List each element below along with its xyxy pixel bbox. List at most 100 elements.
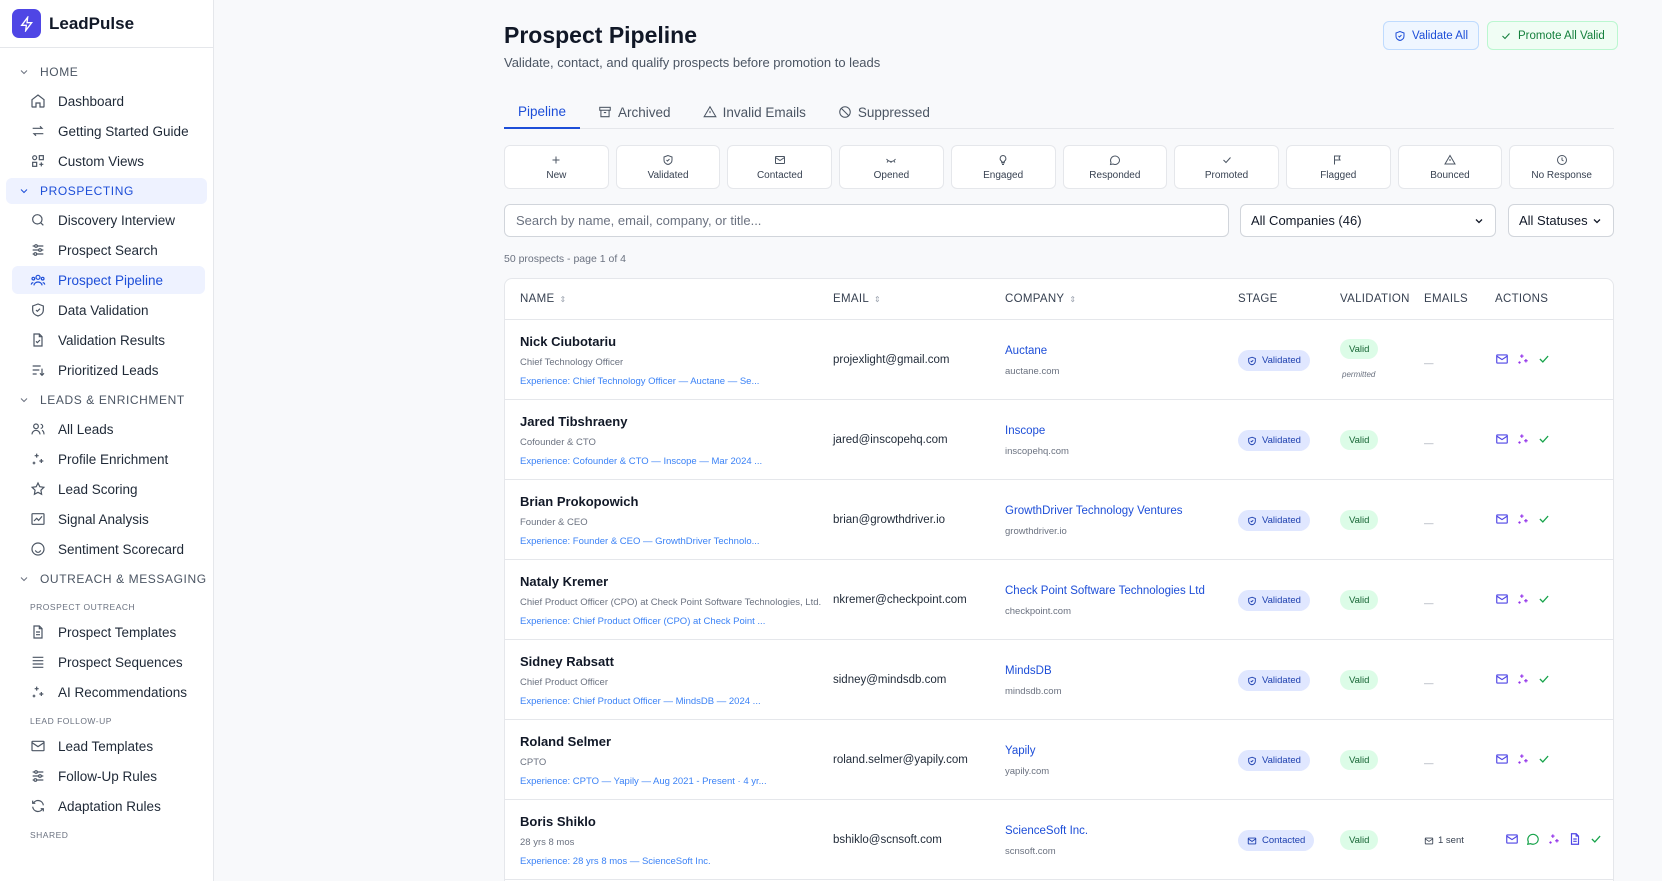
stage-engaged[interactable]: Engaged: [950, 145, 1056, 189]
table-row[interactable]: Boris Shiklo 28 yrs 8 mos Experience: 28…: [505, 800, 1613, 880]
company-link[interactable]: Auctane: [1005, 345, 1047, 357]
sparkles-icon[interactable]: [1516, 592, 1530, 606]
table-row[interactable]: Sidney Rabsatt Chief Product Officer Exp…: [505, 640, 1613, 720]
promote-all-valid-button[interactable]: Promote All Valid: [1487, 21, 1618, 50]
sidebar-item-prospect-search[interactable]: Prospect Search: [12, 236, 205, 264]
table-row[interactable]: Nataly Kremer Chief Product Officer (CPO…: [505, 560, 1613, 640]
sparkles-icon[interactable]: [1516, 432, 1530, 446]
check-icon[interactable]: [1537, 752, 1551, 766]
column-header-email[interactable]: EMAIL ⇕: [833, 293, 881, 305]
mail-icon[interactable]: [1495, 752, 1509, 766]
check-icon[interactable]: [1589, 832, 1603, 846]
table-row[interactable]: Roland Selmer CPTO Experience: CPTO — Ya…: [505, 720, 1613, 800]
prospect-experience[interactable]: Experience: Chief Product Officer (CPO) …: [520, 616, 765, 627]
status-select[interactable]: All Statuses: [1508, 204, 1614, 237]
stage-new[interactable]: New: [504, 145, 609, 189]
column-header-name[interactable]: NAME ⇕: [520, 293, 566, 305]
sidebar-item-discovery-interview[interactable]: Discovery Interview: [12, 206, 205, 234]
sidebar-item-profile-enrichment[interactable]: Profile Enrichment: [12, 445, 205, 473]
mail-icon[interactable]: [1495, 432, 1509, 446]
sidebar-item-dashboard[interactable]: Dashboard: [12, 87, 205, 115]
tab-invalid-emails[interactable]: Invalid Emails: [689, 95, 820, 129]
prospect-name[interactable]: Boris Shiklo: [520, 814, 596, 829]
check-icon[interactable]: [1537, 672, 1551, 686]
stage-responded[interactable]: Responded: [1062, 145, 1168, 189]
mail-icon[interactable]: [1495, 592, 1509, 606]
company-link[interactable]: Inscope: [1005, 425, 1045, 437]
sidebar-item-prioritized-leads[interactable]: Prioritized Leads: [12, 356, 205, 384]
prospect-name[interactable]: Sidney Rabsatt: [520, 654, 614, 669]
check-icon[interactable]: [1537, 432, 1551, 446]
sidebar-item-prospect-pipeline[interactable]: Prospect Pipeline: [12, 266, 205, 294]
prospect-name[interactable]: Jared Tibshraeny: [520, 414, 627, 429]
sidebar-item-ai-recommendations[interactable]: AI Recommendations: [12, 678, 205, 706]
check-icon[interactable]: [1537, 592, 1551, 606]
stage-validated[interactable]: Validated: [615, 145, 721, 189]
mail-icon[interactable]: [1505, 832, 1519, 846]
prospect-name[interactable]: Roland Selmer: [520, 734, 611, 749]
sidebar-item-signal-analysis[interactable]: Signal Analysis: [12, 505, 205, 533]
sparkles-icon[interactable]: [1547, 832, 1561, 846]
section-prospecting[interactable]: PROSPECTING: [6, 178, 207, 204]
company-link[interactable]: Yapily: [1005, 745, 1035, 757]
sidebar-item-getting-started[interactable]: Getting Started Guide: [12, 117, 205, 145]
sidebar-item-sentiment-scorecard[interactable]: Sentiment Scorecard: [12, 535, 205, 563]
file-icon[interactable]: [1568, 832, 1582, 846]
section-leads-enrichment[interactable]: LEADS & ENRICHMENT: [6, 387, 207, 413]
mail-icon[interactable]: [1495, 512, 1509, 526]
sidebar-item-lead-scoring[interactable]: Lead Scoring: [12, 475, 205, 503]
company-link[interactable]: ScienceSoft Inc.: [1005, 825, 1088, 837]
flag-icon: [1332, 154, 1344, 166]
section-home[interactable]: HOME: [6, 59, 207, 85]
tab-archived[interactable]: Archived: [584, 95, 685, 129]
sidebar-item-prospect-templates[interactable]: Prospect Templates: [12, 618, 205, 646]
prospect-name[interactable]: Brian Prokopowich: [520, 494, 638, 509]
company-link[interactable]: GrowthDriver Technology Ventures: [1005, 505, 1183, 517]
prospect-experience[interactable]: Experience: Cofounder & CTO — Inscope — …: [520, 456, 762, 467]
check-icon[interactable]: [1537, 512, 1551, 526]
sparkles-icon[interactable]: [1516, 672, 1530, 686]
sidebar-item-adaptation-rules[interactable]: Adaptation Rules: [12, 792, 205, 820]
table-row[interactable]: Brian Prokopowich Founder & CEO Experien…: [505, 480, 1613, 560]
sidebar-item-all-leads[interactable]: All Leads: [12, 415, 205, 443]
section-outreach-messaging[interactable]: OUTREACH & MESSAGING: [6, 566, 207, 592]
prospect-experience[interactable]: Experience: Chief Product Officer — Mind…: [520, 696, 761, 707]
column-header-company[interactable]: COMPANY ⇕: [1005, 293, 1076, 305]
prospect-experience[interactable]: Experience: CPTO — Yapily — Aug 2021 - P…: [520, 776, 767, 787]
tab-pipeline[interactable]: Pipeline: [504, 95, 581, 129]
sparkles-icon[interactable]: [1516, 512, 1530, 526]
sparkles-icon[interactable]: [1516, 752, 1530, 766]
company-select[interactable]: All Companies (46): [1240, 204, 1496, 237]
prospect-experience[interactable]: Experience: Founder & CEO — GrowthDriver…: [520, 536, 760, 547]
prospect-name[interactable]: Nataly Kremer: [520, 574, 608, 589]
tab-suppressed[interactable]: Suppressed: [824, 95, 944, 129]
sidebar-item-prospect-sequences[interactable]: Prospect Sequences: [12, 648, 205, 676]
message-icon[interactable]: [1526, 832, 1540, 846]
stage-opened[interactable]: Opened: [839, 145, 944, 189]
validate-all-button[interactable]: Validate All: [1383, 21, 1480, 50]
company-link[interactable]: Check Point Software Technologies Ltd: [1005, 585, 1205, 597]
prospect-name[interactable]: Nick Ciubotariu: [520, 334, 616, 349]
stage-contacted[interactable]: Contacted: [727, 145, 833, 189]
company-link[interactable]: MindsDB: [1005, 665, 1052, 677]
mail-icon[interactable]: [1495, 672, 1509, 686]
table-row[interactable]: Jared Tibshraeny Cofounder & CTO Experie…: [505, 400, 1613, 480]
stage-bounced[interactable]: Bounced: [1397, 145, 1503, 189]
prospect-experience[interactable]: Experience: Chief Technology Officer — A…: [520, 376, 759, 387]
sidebar-item-follow-up-rules[interactable]: Follow-Up Rules: [12, 762, 205, 790]
table-row[interactable]: Nick Ciubotariu Chief Technology Officer…: [505, 320, 1613, 400]
stage-no-response[interactable]: No Response: [1509, 145, 1615, 189]
brand-header[interactable]: LeadPulse: [0, 0, 213, 48]
stage-flagged[interactable]: Flagged: [1285, 145, 1391, 189]
sidebar-item-validation-results[interactable]: Validation Results: [12, 326, 205, 354]
stage-promoted[interactable]: Promoted: [1174, 145, 1279, 189]
prospect-experience[interactable]: Experience: 28 yrs 8 mos — ScienceSoft I…: [520, 856, 711, 867]
check-icon[interactable]: [1537, 352, 1551, 366]
mail-icon[interactable]: [1495, 352, 1509, 366]
search-input[interactable]: [504, 204, 1229, 237]
stage-badge: Validated: [1238, 350, 1310, 371]
sidebar-item-lead-templates[interactable]: Lead Templates: [12, 732, 205, 760]
sidebar-item-data-validation[interactable]: Data Validation: [12, 296, 205, 324]
sidebar-item-custom-views[interactable]: Custom Views: [12, 147, 205, 175]
sparkles-icon[interactable]: [1516, 352, 1530, 366]
